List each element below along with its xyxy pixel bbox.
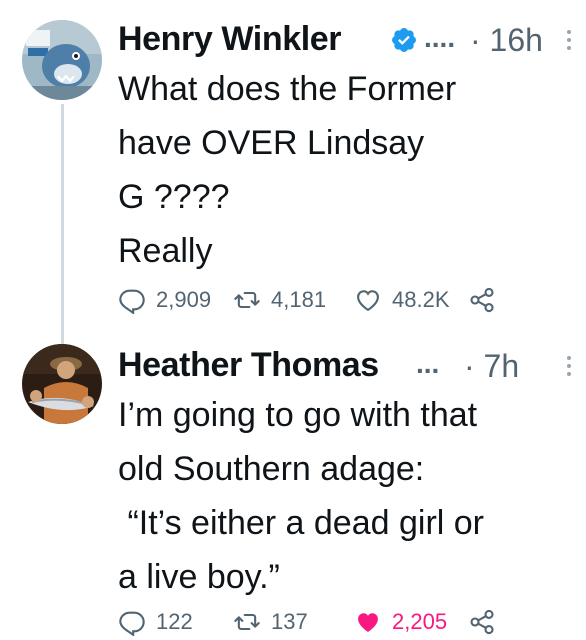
name-truncation: ....	[424, 22, 456, 53]
tweet-text-line: old Southern adage:	[118, 450, 425, 488]
tweet-henry-winkler[interactable]: Henry Winkler .... · 16h What does the F…	[0, 0, 586, 344]
timestamp[interactable]: · 16h	[470, 22, 543, 59]
share-button[interactable]	[468, 604, 496, 640]
reply-button[interactable]: 2,909	[118, 282, 211, 318]
tweet-text-line: Really	[118, 232, 213, 270]
retweet-icon	[234, 291, 260, 309]
tweet-actions: 122 137 2,205	[118, 604, 578, 640]
tweet-text-line: a live boy.”	[118, 558, 280, 596]
like-button[interactable]: 48.2K	[354, 282, 450, 318]
tweet-header: Heather Thomas ... · 7h	[118, 340, 576, 388]
retweet-count: 4,181	[271, 287, 327, 312]
reply-icon	[119, 289, 145, 314]
reply-icon	[119, 611, 145, 636]
tweet-text: What does the Former have OVER Lindsay G…	[118, 62, 576, 278]
heart-icon	[358, 613, 378, 632]
timestamp[interactable]: · 7h	[464, 348, 519, 385]
tweet-actions: 2,909 4,181 48.2K	[118, 282, 578, 318]
retweet-count: 137	[271, 609, 308, 634]
avatar[interactable]	[22, 20, 102, 100]
tweet-text-line: “It’s either a dead girl or	[118, 504, 484, 542]
author-name[interactable]: Heather Thomas	[118, 346, 418, 385]
retweet-button[interactable]: 137	[233, 604, 308, 640]
heart-icon	[357, 290, 379, 312]
tweet-heather-thomas[interactable]: Heather Thomas ... · 7h I’m going to go …	[0, 330, 586, 640]
thread-line	[61, 104, 64, 344]
like-count: 48.2K	[392, 287, 450, 312]
reply-button[interactable]: 122	[118, 604, 193, 640]
more-vertical-icon[interactable]	[566, 355, 572, 377]
verified-badge-icon	[392, 28, 416, 52]
avatar[interactable]	[22, 344, 102, 424]
tweet-text-line: What does the Former	[118, 70, 457, 108]
tweet-text-line: have OVER Lindsay	[118, 124, 425, 162]
more-vertical-icon[interactable]	[566, 29, 572, 51]
retweet-button[interactable]: 4,181	[233, 282, 326, 318]
tweet-text-line: I’m going to go with that	[118, 396, 478, 434]
tweet-text: I’m going to go with that old Southern a…	[118, 388, 576, 604]
tweet-header: Henry Winkler .... · 16h	[118, 14, 576, 62]
retweet-icon	[234, 613, 260, 631]
name-truncation: ...	[416, 348, 440, 379]
reply-count: 2,909	[156, 287, 212, 312]
tweet-text-line: G ????	[118, 178, 230, 216]
author-name[interactable]: Henry Winkler	[118, 20, 388, 59]
like-count: 2,205	[392, 609, 448, 634]
share-icon	[470, 609, 494, 635]
like-button[interactable]: 2,205	[354, 604, 447, 640]
share-button[interactable]	[468, 282, 496, 318]
share-icon	[470, 287, 494, 313]
reply-count: 122	[156, 609, 193, 634]
